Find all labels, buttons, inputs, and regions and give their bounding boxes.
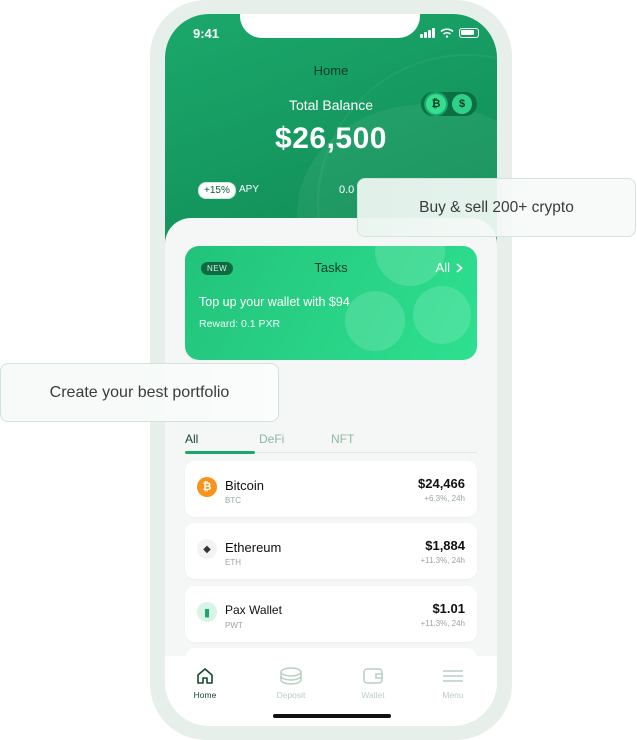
asset-change: +6.3%, 24h <box>424 494 465 503</box>
status-icons <box>420 28 479 38</box>
asset-name: Ethereum <box>225 540 282 555</box>
callout-portfolio: Create your best portfolio <box>0 363 279 422</box>
tasks-description: Top up your wallet with $94 <box>199 295 350 309</box>
asset-symbol: BTC <box>225 496 241 505</box>
decorative-coin-icon <box>413 286 471 344</box>
phone-notch <box>240 14 420 38</box>
asset-price: $24,466 <box>418 476 465 491</box>
nav-menu[interactable]: Menu <box>423 666 483 700</box>
tasks-title: Tasks <box>314 260 348 275</box>
page-title: Home <box>313 63 349 78</box>
wallet-icon <box>363 668 383 684</box>
bitcoin-icon: ₿ <box>197 477 217 497</box>
wifi-icon <box>440 28 454 38</box>
nav-deposit-label: Deposit <box>276 690 306 700</box>
nav-home[interactable]: Home <box>175 666 235 700</box>
nav-wallet[interactable]: Wallet <box>343 666 403 700</box>
nav-wallet-label: Wallet <box>361 690 385 700</box>
asset-change: +11.3%, 24h <box>420 619 465 628</box>
bitcoin-icon[interactable]: ₿ <box>426 94 446 114</box>
tab-divider <box>255 452 477 453</box>
asset-price: $1,884 <box>425 538 465 553</box>
menu-icon <box>443 670 463 682</box>
decorative-coin-icon <box>345 291 405 351</box>
tasks-all-link[interactable]: All <box>436 260 463 275</box>
apy-badge: +15% <box>198 182 236 199</box>
nav-home-label: Home <box>193 690 217 700</box>
apy-label: APY <box>239 184 260 195</box>
asset-row-ethereum[interactable]: ◆ Ethereum ETH $1,884 +11.3%, 24h <box>185 523 477 579</box>
asset-price: $1.01 <box>432 601 465 616</box>
asset-row-pax-wallet[interactable]: ▮ Pax Wallet PWT $1.01 +11.3%, 24h <box>185 586 477 642</box>
status-time: 9:41 <box>193 26 220 41</box>
callout-buy-sell-text: Buy & sell 200+ crypto <box>419 198 574 216</box>
apy-value: 0.0 <box>339 184 355 196</box>
tasks-all-label: All <box>435 260 450 275</box>
stage: 9:41 Home Total Balance $26,500 ₿ $ +15%… <box>0 0 637 740</box>
tasks-card[interactable]: NEW Tasks All Top up your wallet with $9… <box>185 246 477 360</box>
asset-row-bitcoin[interactable]: ₿ Bitcoin BTC $24,466 +6.3%, 24h <box>185 461 477 517</box>
chevron-right-icon <box>456 262 463 273</box>
callout-portfolio-text: Create your best portfolio <box>49 383 230 401</box>
nav-deposit[interactable]: Deposit <box>261 666 321 700</box>
ethereum-icon: ◆ <box>197 539 217 559</box>
callout-buy-sell: Buy & sell 200+ crypto <box>357 178 636 237</box>
balance-value: $26,500 <box>275 122 387 155</box>
tab-nft[interactable]: NFT <box>331 432 354 446</box>
pax-wallet-icon: ▮ <box>197 602 217 622</box>
battery-icon <box>459 28 479 38</box>
home-icon <box>197 668 213 684</box>
asset-change: +11.3%, 24h <box>420 556 465 565</box>
tab-defi[interactable]: DeFi <box>259 432 284 446</box>
active-tab-indicator <box>185 451 255 454</box>
asset-symbol: ETH <box>225 558 241 567</box>
tasks-reward: Reward: 0.1 PXR <box>199 318 281 330</box>
deposit-icon <box>280 667 302 685</box>
dollar-icon[interactable]: $ <box>452 94 472 114</box>
currency-toggle[interactable]: ₿ $ <box>421 92 477 116</box>
asset-name: Pax Wallet <box>225 603 282 617</box>
asset-tabs: All DeFi NFT <box>185 430 477 454</box>
tab-all[interactable]: All <box>185 432 198 446</box>
home-indicator <box>273 714 391 718</box>
asset-symbol: PWT <box>225 621 243 630</box>
signal-icon <box>420 28 435 38</box>
asset-name: Bitcoin <box>225 478 265 493</box>
nav-menu-label: Menu <box>442 690 464 700</box>
